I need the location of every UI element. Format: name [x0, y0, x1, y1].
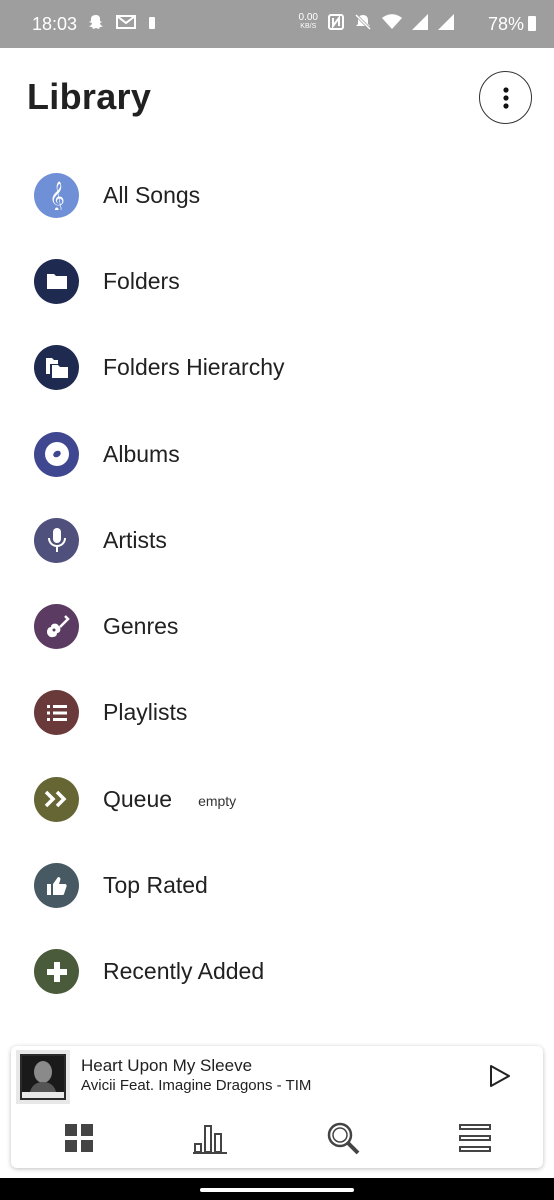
page-title: Library: [27, 76, 152, 117]
library-item-label: Albums: [103, 440, 180, 467]
net-speed: 0.00 KB/S: [298, 12, 318, 31]
wifi-icon: [382, 14, 402, 29]
home-gesture-bar[interactable]: [200, 1188, 354, 1192]
library-item-label: Queue empty: [103, 785, 237, 812]
library-item-label: Folders Hierarchy: [103, 354, 285, 381]
item-icon-bg: [34, 949, 79, 995]
play-icon: [490, 1065, 510, 1087]
notification-icon: [149, 17, 155, 29]
menu-icon: [459, 1124, 491, 1152]
library-item-playlists[interactable]: Playlists: [0, 670, 554, 756]
library-item-top-rated[interactable]: Top Rated: [0, 842, 554, 928]
library-item-all-songs[interactable]: 𝄞 All Songs: [0, 152, 554, 238]
item-icon-bg: [34, 431, 79, 477]
track-artist[interactable]: Avicii Feat. Imagine Dragons - TIM: [81, 1077, 311, 1094]
system-nav-bar: [0, 1178, 554, 1200]
nfc-icon: [328, 14, 344, 30]
library-item-folders-hierarchy[interactable]: Folders Hierarchy: [0, 325, 554, 411]
item-icon-bg: [34, 690, 79, 736]
more-options-button[interactable]: [479, 71, 532, 124]
library-item-genres[interactable]: Genres: [0, 583, 554, 669]
nav-stats-button[interactable]: [193, 1120, 229, 1156]
library-item-label: Playlists: [103, 699, 188, 726]
thumbs-up-icon: [46, 876, 67, 895]
svg-text:𝄞: 𝄞: [49, 181, 64, 210]
treble-clef-icon: 𝄞: [49, 181, 64, 210]
item-icon-bg: 𝄞: [34, 172, 79, 218]
mini-player: Heart Upon My Sleeve Avicii Feat. Imagin…: [11, 1046, 543, 1168]
more-vertical-icon: [502, 86, 509, 109]
album-cover-image: [20, 1054, 66, 1100]
item-icon-bg: [34, 258, 79, 304]
microphone-icon: [47, 528, 66, 553]
library-item-queue[interactable]: Queue empty: [0, 756, 554, 842]
queue-status-badge: empty: [198, 792, 237, 809]
track-title[interactable]: Heart Upon My Sleeve: [81, 1056, 252, 1076]
item-icon-bg: [34, 863, 79, 909]
folder-icon: [46, 274, 67, 290]
library-item-artists[interactable]: Artists: [0, 497, 554, 583]
item-icon-bg: [34, 345, 79, 391]
library-item-label: Folders: [103, 267, 180, 294]
snapchat-icon: [89, 15, 103, 29]
library-item-label: Genres: [103, 613, 179, 640]
status-bar: 18:03 0.00 KB/S 78%: [0, 0, 554, 48]
grid-icon: [65, 1124, 93, 1152]
nav-library-button[interactable]: [61, 1120, 97, 1156]
signal-icon: [412, 14, 428, 30]
item-icon-bg: [34, 517, 79, 563]
library-item-albums[interactable]: Albums: [0, 411, 554, 497]
library-item-label: All Songs: [103, 181, 201, 208]
library-list: 𝄞 All Songs Folders Folders Hierarchy Al…: [0, 152, 554, 1015]
list-icon: [46, 704, 67, 721]
gmail-icon: [116, 15, 136, 29]
queue-icon: [44, 790, 66, 808]
battery-percent: 78%: [487, 14, 524, 34]
nav-search-button[interactable]: [325, 1120, 361, 1156]
play-button[interactable]: [485, 1061, 515, 1091]
disc-icon: [44, 442, 69, 467]
library-item-recently-added[interactable]: Recently Added: [0, 929, 554, 1015]
signal-icon: [438, 14, 454, 30]
battery-icon: [528, 16, 536, 31]
library-item-label: Top Rated: [103, 872, 208, 899]
item-icon-bg: [34, 776, 79, 822]
status-time: 18:03: [32, 14, 78, 34]
search-icon: [327, 1122, 360, 1155]
guitar-icon: [46, 614, 70, 637]
folders-hierarchy-icon: [45, 357, 68, 378]
bar-chart-icon: [193, 1125, 227, 1154]
item-icon-bg: [34, 604, 79, 650]
library-item-label: Recently Added: [103, 958, 265, 985]
library-item-label: Artists: [103, 526, 167, 553]
plus-icon: [46, 961, 67, 982]
library-item-folders[interactable]: Folders: [0, 238, 554, 324]
nav-queue-button[interactable]: [457, 1120, 493, 1156]
album-art[interactable]: [16, 1050, 70, 1104]
mute-icon: [354, 13, 372, 31]
bottom-nav: [11, 1116, 543, 1156]
